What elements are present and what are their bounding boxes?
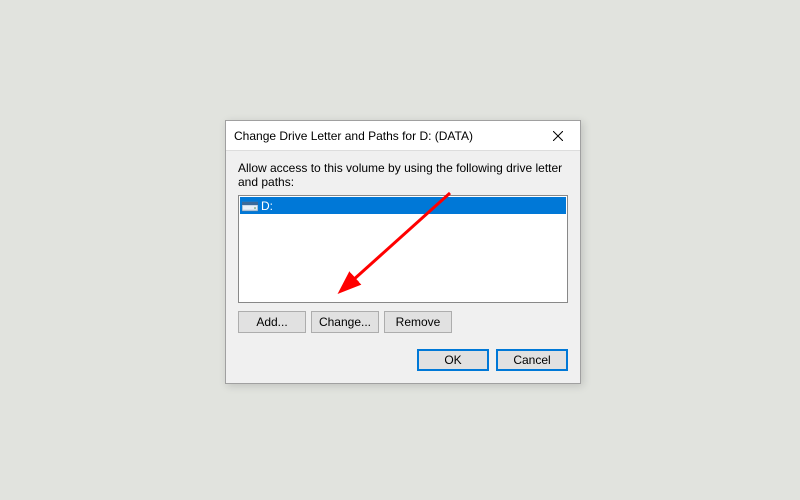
cancel-button[interactable]: Cancel — [496, 349, 568, 371]
action-button-row: OK Cancel — [238, 349, 568, 371]
drive-icon — [242, 199, 258, 212]
change-drive-letter-dialog: Change Drive Letter and Paths for D: (DA… — [225, 120, 581, 384]
close-icon — [553, 131, 563, 141]
add-button[interactable]: Add... — [238, 311, 306, 333]
dialog-title: Change Drive Letter and Paths for D: (DA… — [234, 129, 473, 143]
drive-paths-listbox[interactable]: D: — [238, 195, 568, 303]
list-item-label: D: — [261, 199, 273, 213]
change-button[interactable]: Change... — [311, 311, 379, 333]
dialog-body: Allow access to this volume by using the… — [226, 151, 580, 383]
titlebar: Change Drive Letter and Paths for D: (DA… — [226, 121, 580, 151]
instruction-text: Allow access to this volume by using the… — [238, 161, 568, 189]
edit-button-row: Add... Change... Remove — [238, 311, 568, 333]
remove-button[interactable]: Remove — [384, 311, 452, 333]
ok-button[interactable]: OK — [417, 349, 489, 371]
close-button[interactable] — [536, 121, 580, 151]
list-item[interactable]: D: — [240, 197, 566, 214]
